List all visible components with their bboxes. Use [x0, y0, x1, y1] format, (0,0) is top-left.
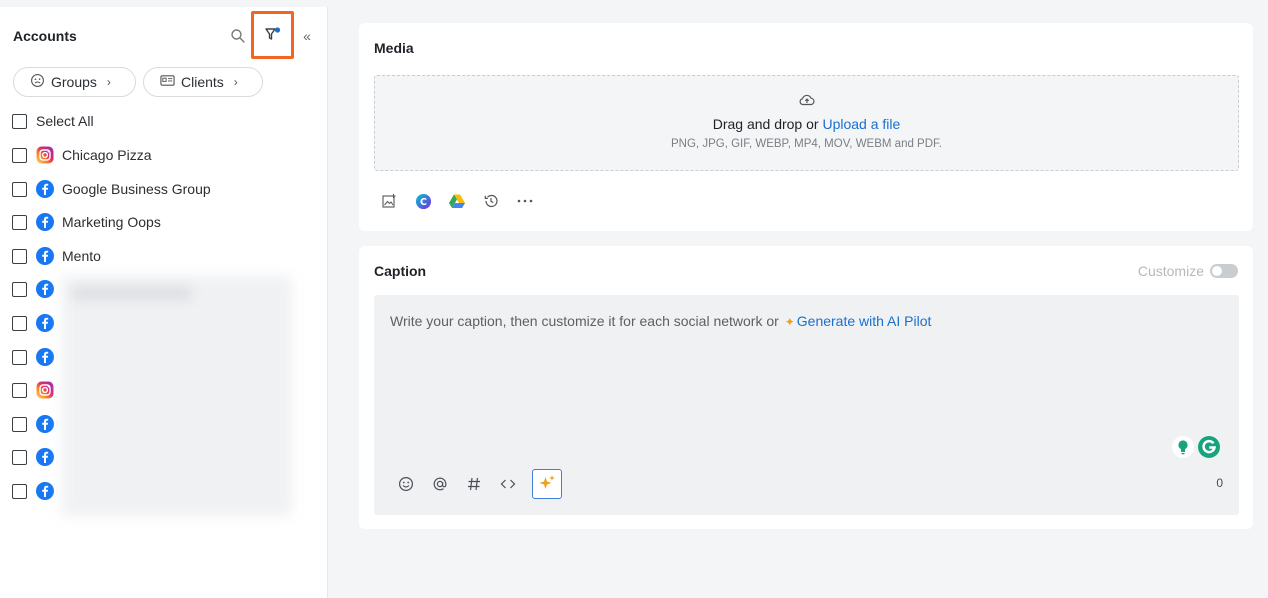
toggle-switch[interactable] — [1210, 264, 1238, 278]
account-row[interactable]: Marketing Oops — [12, 211, 161, 233]
sidebar-title: Accounts — [13, 28, 77, 44]
account-checkbox[interactable] — [12, 449, 27, 465]
select-all-label: Select All — [36, 113, 94, 129]
search-icon[interactable] — [230, 28, 246, 44]
grammarly-icon[interactable] — [1197, 435, 1221, 462]
account-checkbox[interactable] — [12, 214, 27, 230]
media-card: Media Drag and drop or Upload a file PNG… — [359, 23, 1253, 231]
caption-placeholder[interactable]: Write your caption, then customize it fo… — [390, 313, 931, 329]
character-count: 0 — [1216, 476, 1223, 490]
media-dropzone[interactable]: Drag and drop or Upload a file PNG, JPG,… — [374, 75, 1239, 171]
account-checkbox[interactable] — [12, 248, 27, 264]
filter-icon — [264, 26, 282, 45]
chevron-right-icon: › — [233, 75, 238, 89]
facebook-icon — [36, 482, 54, 500]
drop-instructions: Drag and drop or Upload a file — [712, 116, 901, 132]
caption-card: Caption Customize Write your caption, th… — [359, 246, 1253, 529]
facebook-icon — [36, 448, 54, 466]
groups-button[interactable]: Groups › — [13, 67, 136, 97]
account-checkbox[interactable] — [12, 483, 27, 499]
select-all-row[interactable]: Select All — [12, 110, 94, 132]
select-all-checkbox[interactable] — [12, 113, 27, 129]
caption-title: Caption — [374, 263, 427, 279]
groups-label: Groups — [51, 74, 97, 90]
account-row[interactable] — [12, 346, 62, 368]
clients-label: Clients — [181, 74, 224, 90]
account-row[interactable] — [12, 480, 62, 502]
chevron-right-icon: › — [106, 75, 111, 89]
cloud-upload-icon — [798, 93, 816, 107]
facebook-icon — [36, 415, 54, 433]
code-icon[interactable] — [498, 474, 518, 494]
facebook-icon — [36, 314, 54, 332]
id-card-icon — [160, 74, 175, 90]
account-checkbox[interactable] — [12, 181, 27, 197]
smile-group-icon — [30, 73, 45, 91]
account-checkbox[interactable] — [12, 147, 27, 163]
clients-button[interactable]: Clients › — [143, 67, 263, 97]
account-row[interactable] — [12, 446, 62, 468]
facebook-icon — [36, 348, 54, 366]
accounts-sidebar: Accounts « Groups › Clients › Select All… — [0, 0, 328, 598]
media-title: Media — [374, 40, 414, 56]
account-checkbox[interactable] — [12, 349, 27, 365]
image-add-icon[interactable] — [379, 191, 399, 211]
mention-icon[interactable] — [430, 474, 450, 494]
account-checkbox[interactable] — [12, 416, 27, 432]
account-row[interactable] — [12, 379, 62, 401]
account-row[interactable] — [12, 278, 62, 300]
google-drive-icon[interactable] — [447, 191, 467, 211]
history-icon[interactable] — [481, 191, 501, 211]
generate-ai-link[interactable]: Generate with AI Pilot — [797, 313, 932, 329]
sidebar-top-strip — [0, 0, 328, 7]
blurred-account-names — [62, 276, 292, 516]
more-icon[interactable] — [515, 191, 535, 211]
account-label: Chicago Pizza — [62, 147, 152, 163]
account-checkbox[interactable] — [12, 281, 27, 297]
ai-pilot-button[interactable] — [532, 469, 562, 499]
facebook-icon — [36, 280, 54, 298]
hashtag-icon[interactable] — [464, 474, 484, 494]
instagram-icon — [36, 381, 54, 399]
canva-icon[interactable]: C — [413, 191, 433, 211]
customize-toggle[interactable]: Customize — [1138, 263, 1238, 279]
customize-label: Customize — [1137, 263, 1204, 279]
facebook-icon — [36, 213, 54, 231]
account-row[interactable]: Google Business Group — [12, 178, 211, 200]
filter-button[interactable] — [251, 11, 294, 59]
account-label: Mento — [62, 248, 101, 264]
ai-sparkle-icon — [538, 474, 556, 495]
facebook-icon — [36, 180, 54, 198]
upload-file-link[interactable]: Upload a file — [822, 116, 900, 132]
account-label: Google Business Group — [62, 181, 211, 197]
account-label: Marketing Oops — [62, 214, 161, 230]
account-checkbox[interactable] — [12, 315, 27, 331]
instagram-icon — [36, 146, 54, 164]
caption-toolbar — [396, 469, 562, 499]
grammarly-lightbulb-icon[interactable] — [1171, 435, 1195, 462]
svg-text:C: C — [420, 196, 427, 207]
sparkle-icon: ✦ — [784, 315, 795, 329]
media-toolbar: C — [379, 191, 535, 211]
emoji-icon[interactable] — [396, 474, 416, 494]
account-row[interactable]: Chicago Pizza — [12, 144, 152, 166]
account-checkbox[interactable] — [12, 382, 27, 398]
grammarly-widget[interactable] — [1171, 435, 1221, 461]
supported-formats: PNG, JPG, GIF, WEBP, MP4, MOV, WEBM and … — [671, 138, 942, 150]
account-row[interactable] — [12, 312, 62, 334]
collapse-sidebar-icon[interactable]: « — [299, 28, 315, 44]
caption-editor[interactable]: Write your caption, then customize it fo… — [374, 295, 1239, 515]
account-row[interactable]: Mento — [12, 245, 101, 267]
account-row[interactable] — [12, 413, 62, 435]
facebook-icon — [36, 247, 54, 265]
